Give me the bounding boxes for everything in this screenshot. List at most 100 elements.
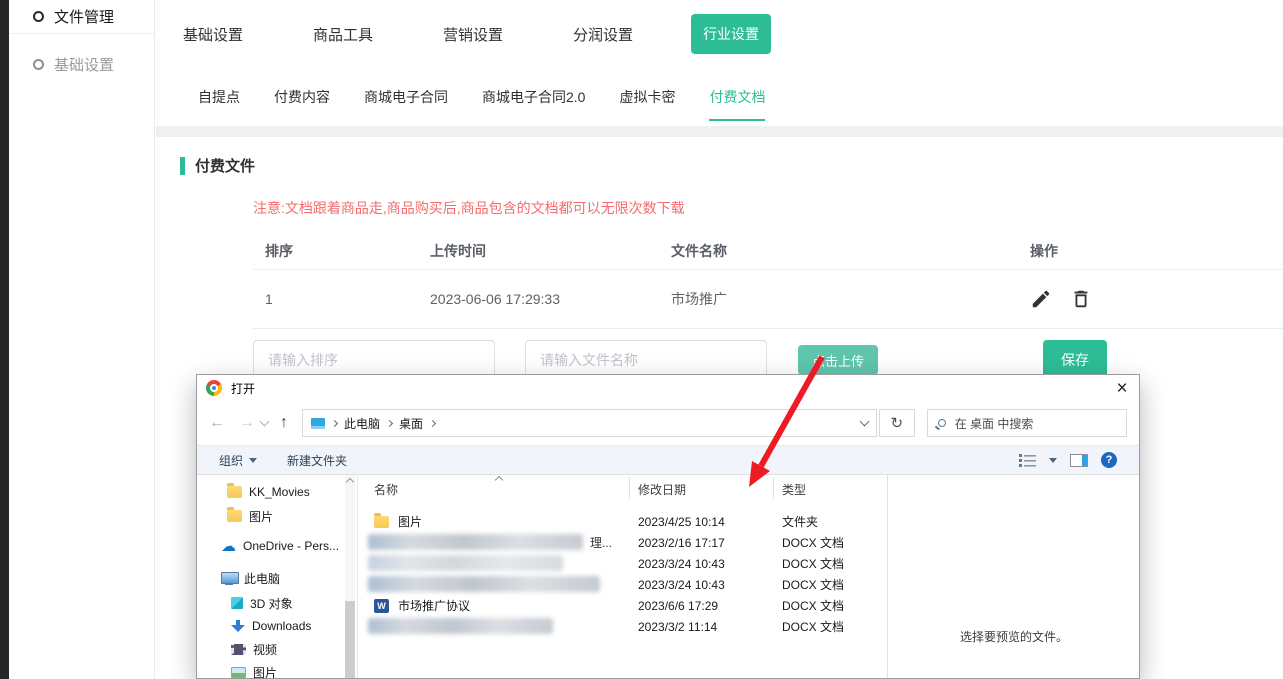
tab-profit-settings[interactable]: 分润设置 [573, 24, 633, 45]
folder-icon [374, 516, 389, 528]
tab-marketing-settings[interactable]: 营销设置 [443, 24, 503, 45]
col-sort: 排序 [253, 241, 418, 261]
help-icon[interactable]: ? [1101, 452, 1117, 468]
tree-item-kk-movies[interactable]: KK_Movies [227, 481, 310, 503]
file-date: 2023/3/2 11:14 [638, 620, 717, 634]
file-row-redacted[interactable]: 理... 2023/2/16 17:17 DOCX 文档 [358, 532, 887, 553]
file-row-redacted[interactable]: 2023/3/2 11:14 DOCX 文档 [358, 616, 887, 637]
tree-item-onedrive[interactable]: ☁ OneDrive - Pers... [221, 535, 339, 557]
scroll-up-icon[interactable] [345, 478, 353, 486]
tab-mall-econtract[interactable]: 商城电子合同 [364, 87, 448, 107]
dialog-titlebar[interactable]: 打开 × [197, 375, 1139, 401]
tab-virtual-card[interactable]: 虚拟卡密 [619, 87, 675, 107]
primary-tabs: 基础设置 商品工具 营销设置 分润设置 行业设置 [156, 0, 1283, 68]
sidebar-item-basic-settings[interactable]: 基础设置 [9, 47, 154, 81]
folder-icon [227, 486, 242, 498]
tree-label: OneDrive - Pers... [243, 539, 339, 553]
file-row-redacted[interactable]: 2023/3/24 10:43 DOCX 文档 [358, 574, 887, 595]
this-pc-icon [311, 418, 325, 429]
chevron-down-icon [249, 458, 257, 463]
refresh-button[interactable]: ↻ [879, 409, 915, 437]
file-row-market-promo[interactable]: W 市场推广协议 2023/6/6 17:29 DOCX 文档 [358, 595, 887, 616]
sidebar-item-file-management[interactable]: 文件管理 [9, 0, 154, 34]
preview-pane-icon[interactable] [1070, 454, 1088, 467]
address-bar[interactable]: 此电脑 桌面 [302, 409, 877, 437]
tree-label: KK_Movies [249, 485, 310, 499]
onedrive-cloud-icon: ☁ [221, 539, 236, 554]
tree-label: 此电脑 [244, 570, 280, 587]
file-name-suffix: 理... [590, 534, 612, 551]
preview-hint: 选择要预览的文件。 [960, 628, 1068, 645]
header-date[interactable]: 修改日期 [638, 475, 686, 501]
close-icon[interactable]: × [1105, 375, 1139, 401]
word-doc-icon: W [374, 599, 389, 613]
green-title-bar [180, 157, 185, 175]
breadcrumb-this-pc[interactable]: 此电脑 [344, 415, 380, 432]
tree-label: 图片 [253, 664, 277, 679]
dialog-command-bar: 组织 新建文件夹 ? [197, 445, 1139, 475]
tab-industry-settings-button[interactable]: 行业设置 [691, 14, 771, 54]
file-date: 2023/4/25 10:14 [638, 515, 725, 529]
search-placeholder: 在 桌面 中搜索 [955, 415, 1034, 432]
secondary-tabs: 自提点 付费内容 商城电子合同 商城电子合同2.0 虚拟卡密 付费文档 [156, 68, 1283, 126]
tree-item-pictures-folder[interactable]: 图片 [227, 505, 273, 527]
files-table: 排序 上传时间 文件名称 操作 1 2023-06-06 17:29:33 市场… [253, 232, 1283, 329]
tab-pickup-point[interactable]: 自提点 [198, 87, 240, 107]
delete-icon[interactable] [1070, 288, 1092, 310]
list-view-icon[interactable] [1019, 453, 1036, 467]
3d-object-icon [231, 597, 243, 609]
tree-item-videos[interactable]: 视频 [231, 638, 277, 660]
breadcrumb-chevron-icon [331, 420, 338, 427]
new-folder-button[interactable]: 新建文件夹 [287, 452, 347, 469]
up-icon[interactable]: ↑ [280, 414, 288, 432]
section-divider [156, 126, 1283, 137]
tree-label: 视频 [253, 641, 277, 658]
tree-item-this-pc[interactable]: 此电脑 [221, 567, 280, 589]
edit-icon[interactable] [1030, 288, 1052, 310]
tab-mall-econtract-2[interactable]: 商城电子合同2.0 [482, 87, 585, 107]
back-icon[interactable]: ← [209, 414, 225, 432]
tab-product-tools[interactable]: 商品工具 [313, 24, 373, 45]
file-date: 2023/3/24 10:43 [638, 578, 725, 592]
tree-scrollbar[interactable] [345, 475, 355, 678]
history-chevron-icon[interactable] [260, 416, 270, 426]
file-row-redacted[interactable]: 2023/3/24 10:43 DOCX 文档 [358, 553, 887, 574]
header-type[interactable]: 类型 [782, 475, 806, 501]
view-dropdown-icon[interactable] [1049, 458, 1057, 463]
tab-basic-settings[interactable]: 基础设置 [183, 24, 243, 45]
search-icon [938, 419, 946, 427]
table-row: 1 2023-06-06 17:29:33 市场推广 [253, 270, 1283, 329]
tree-label: 图片 [249, 508, 273, 525]
tab-paid-content[interactable]: 付费内容 [274, 87, 330, 107]
column-divider [629, 477, 630, 499]
window-edge [0, 0, 9, 679]
redacted-file-name [368, 618, 553, 634]
file-name: 市场推广协议 [398, 597, 470, 614]
notice-text: 注意:文档跟着商品走,商品购买后,商品包含的文档都可以无限次数下载 [253, 198, 1283, 218]
file-list: 名称 修改日期 类型 图片 2023/4/25 10:14 文件夹 理... [358, 475, 887, 678]
upload-button[interactable]: 点击上传 [798, 345, 878, 375]
search-box[interactable]: 在 桌面 中搜索 [927, 409, 1127, 437]
scrollbar-thumb[interactable] [345, 601, 355, 678]
tree-item-3d-objects[interactable]: 3D 对象 [231, 592, 293, 614]
tree-item-downloads[interactable]: Downloads [231, 615, 311, 637]
preview-pane: 选择要预览的文件。 [888, 475, 1140, 678]
tab-paid-docs[interactable]: 付费文档 [709, 87, 765, 121]
address-dropdown-icon[interactable] [859, 417, 869, 427]
file-type: DOCX 文档 [782, 555, 844, 572]
sort-ascending-icon [495, 476, 503, 484]
cell-sort: 1 [253, 291, 418, 307]
tree-item-pictures[interactable]: 图片 [231, 661, 277, 679]
forward-icon[interactable]: → [239, 414, 255, 432]
breadcrumb-desktop[interactable]: 桌面 [399, 415, 423, 432]
breadcrumb-chevron-icon [429, 420, 436, 427]
header-name[interactable]: 名称 [374, 475, 398, 501]
redacted-file-name [368, 576, 600, 592]
organize-menu[interactable]: 组织 [219, 452, 257, 469]
file-row-pictures[interactable]: 图片 2023/4/25 10:14 文件夹 [358, 511, 887, 532]
cell-upload-time: 2023-06-06 17:29:33 [418, 291, 659, 307]
circle-icon [33, 59, 44, 70]
download-arrow-icon [231, 619, 245, 633]
sidebar: 文件管理 基础设置 [9, 0, 155, 679]
file-date: 2023/2/16 17:17 [638, 536, 725, 550]
